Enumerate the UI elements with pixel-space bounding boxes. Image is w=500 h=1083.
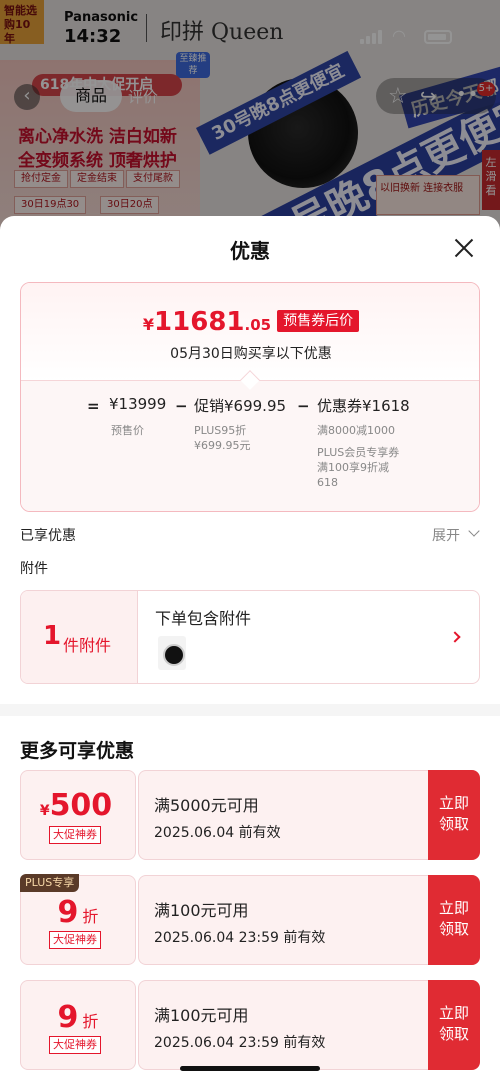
- promo-sub-2: ¥699.95元: [194, 439, 251, 452]
- coupon-card: ¥500 大促神券 满5000元可用 2025.06.04 前有效 立即 领取: [20, 770, 480, 860]
- price-integer: 11681: [154, 307, 245, 337]
- price-breakdown-card: ¥11681.05 预售券后价 05月30日购买享以下优惠 = ¥13999 预售…: [20, 282, 480, 512]
- plus-exclusive-badge: PLUS专享: [20, 874, 80, 892]
- claim-coupon-button[interactable]: 立即 领取: [428, 770, 480, 860]
- claim-coupon-button[interactable]: 立即 领取: [428, 875, 480, 965]
- home-indicator[interactable]: [180, 1066, 320, 1071]
- presale-label: 预售价: [111, 424, 144, 437]
- enjoyed-discounts-label: 已享优惠: [20, 528, 76, 544]
- coupon-sub-4: 618: [317, 476, 338, 489]
- coupon-currency: ¥: [39, 803, 50, 819]
- coupon-expiry: 2025.06.04 23:59 前有效: [154, 1035, 326, 1051]
- close-icon[interactable]: [452, 236, 476, 260]
- coupon-type-tag: 大促神券: [49, 931, 101, 949]
- coupon-amount: ¥500: [20, 788, 136, 823]
- coupon-amount-value: 500: [49, 788, 113, 823]
- discount-sheet: 优惠 ¥11681.05 预售券后价 05月30日购买享以下优惠 = ¥13999…: [0, 216, 500, 1083]
- coupon-amount: 9折: [20, 1000, 136, 1035]
- coupon-sub-1: 满8000减1000: [317, 424, 395, 437]
- coupon-type-tag: 大促神券: [49, 826, 101, 844]
- chevron-right-icon[interactable]: [449, 631, 461, 643]
- coupon-expiry: 2025.06.04 23:59 前有效: [154, 930, 326, 946]
- coupon-amount-unit: 折: [82, 1012, 99, 1031]
- presale-value: ¥13999: [109, 395, 167, 413]
- coupon-amount-value: 9: [57, 1000, 79, 1035]
- coupon-amount-value: 9: [57, 895, 79, 930]
- coupon-sub-2: PLUS会员专享券: [317, 446, 400, 459]
- coupon-type-tag: 大促神券: [49, 1036, 101, 1054]
- attachment-unit: 件附件: [63, 636, 112, 655]
- attachment-label: 附件: [20, 561, 48, 577]
- price-currency: ¥: [142, 315, 155, 334]
- expand-button[interactable]: 展开: [432, 525, 460, 545]
- coupon-condition: 满5000元可用: [154, 796, 259, 815]
- equals-sign: =: [87, 397, 100, 415]
- minus-sign-2: −: [297, 397, 310, 415]
- purchase-date-note: 05月30日购买享以下优惠: [170, 346, 332, 362]
- more-discounts-title: 更多可享优惠: [20, 740, 135, 762]
- section-divider: [0, 704, 500, 716]
- coupon-sub-3: 满100享9折减: [317, 461, 389, 474]
- coupon-expiry: 2025.06.04 前有效: [154, 825, 281, 841]
- attachment-title: 下单包含附件: [155, 609, 252, 628]
- price-decimal: .05: [244, 316, 272, 334]
- minus-sign-1: −: [175, 397, 188, 415]
- coupon-amount: 9折: [20, 895, 136, 930]
- attachment-card[interactable]: 1 件附件 下单包含附件: [20, 590, 480, 684]
- final-price: ¥11681.05 预售券后价: [21, 307, 479, 337]
- promo-sub-1: PLUS95折: [194, 424, 247, 437]
- overlay-dim[interactable]: [0, 0, 500, 250]
- coupon-condition: 满100元可用: [154, 901, 249, 920]
- claim-coupon-button[interactable]: 立即 领取: [428, 980, 480, 1070]
- coupon-condition: 满100元可用: [154, 1006, 249, 1025]
- chevron-down-icon[interactable]: [468, 525, 480, 537]
- presale-price-tag: 预售券后价: [277, 310, 360, 332]
- coupon-value: 优惠券¥1618: [317, 397, 410, 415]
- attachment-thumbnail: [158, 636, 186, 670]
- sheet-title: 优惠: [230, 239, 270, 263]
- coupon-card: PLUS专享 9折 大促神券 满100元可用 2025.06.04 23:59 …: [20, 874, 480, 965]
- coupon-card: 9折 大促神券 满100元可用 2025.06.04 23:59 前有效 立即领…: [20, 980, 480, 1070]
- promo-value: 促销¥699.95: [194, 397, 287, 415]
- coupon-amount-unit: 折: [82, 907, 99, 926]
- attachment-count: 1: [43, 621, 62, 651]
